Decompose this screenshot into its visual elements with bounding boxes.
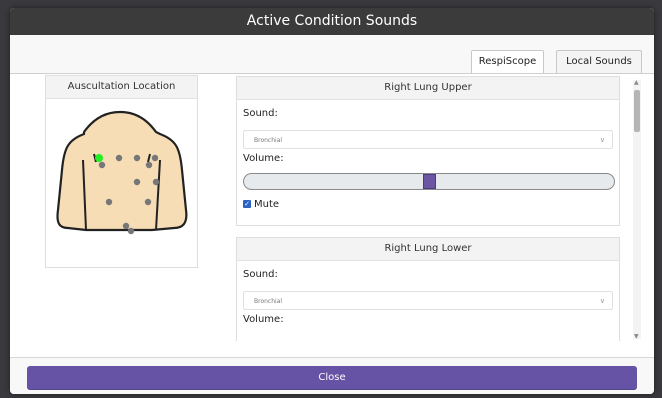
volume-slider-thumb[interactable] [423,174,436,189]
tab-local-sounds[interactable]: Local Sounds [556,50,642,73]
auscultation-point[interactable] [144,198,152,206]
volume-slider[interactable] [243,173,615,190]
auscultation-point[interactable] [122,222,130,230]
dialog: Active Condition Sounds RespiScope Local… [10,8,654,394]
sound-select[interactable]: Bronchial ∨ [243,130,613,149]
auscultation-location-panel: Auscultation Location [45,75,198,268]
sound-card-right-lung-upper: Right Lung Upper Sound: Bronchial ∨ Volu… [236,76,620,226]
auscultation-point[interactable] [133,154,141,162]
sound-select[interactable]: Bronchial ∨ [243,291,613,310]
sound-label: Sound: [243,108,278,119]
triangle-down-icon[interactable]: ▼ [634,333,639,340]
scrollbar-thumb[interactable] [634,90,640,132]
auscultation-point[interactable] [152,178,160,186]
sound-label: Sound: [243,269,278,280]
chevron-down-icon: ∨ [599,136,605,144]
sound-select-value: Bronchial [254,137,283,144]
auscultation-point[interactable] [105,198,113,206]
auscultation-point[interactable] [145,161,153,169]
card-title: Right Lung Lower [237,238,619,261]
vertical-scrollbar[interactable]: ▲ ▼ [633,79,641,340]
torso-outline [56,110,188,232]
volume-label: Volume: [243,153,284,164]
mute-label: Mute [254,199,280,210]
sound-select-value: Bronchial [254,298,283,305]
sound-settings-list[interactable]: Right Lung Upper Sound: Bronchial ∨ Volu… [236,76,631,341]
dialog-title: Active Condition Sounds [10,8,654,35]
close-button[interactable]: Close [27,366,637,390]
auscultation-location-title: Auscultation Location [46,76,197,99]
mute-checkbox[interactable]: ✓ [243,200,251,208]
auscultation-point[interactable] [115,154,123,162]
auscultation-point[interactable] [98,161,106,169]
tab-respiscope[interactable]: RespiScope [471,50,544,73]
tab-strip: RespiScope Local Sounds [10,35,654,74]
mute-checkbox-row[interactable]: ✓ Mute [243,199,279,210]
auscultation-point[interactable] [133,178,141,186]
sound-card-right-lung-lower: Right Lung Lower Sound: Bronchial ∨ Volu… [236,237,620,341]
auscultation-point[interactable] [151,154,159,162]
torso-diagram [56,110,188,235]
auscultation-point-active[interactable] [95,154,103,162]
volume-label: Volume: [243,314,284,325]
dialog-footer: Close [10,357,654,394]
card-title: Right Lung Upper [237,77,619,100]
auscultation-point[interactable] [127,227,135,235]
chevron-down-icon: ∨ [599,297,605,305]
triangle-up-icon[interactable]: ▲ [634,79,639,86]
